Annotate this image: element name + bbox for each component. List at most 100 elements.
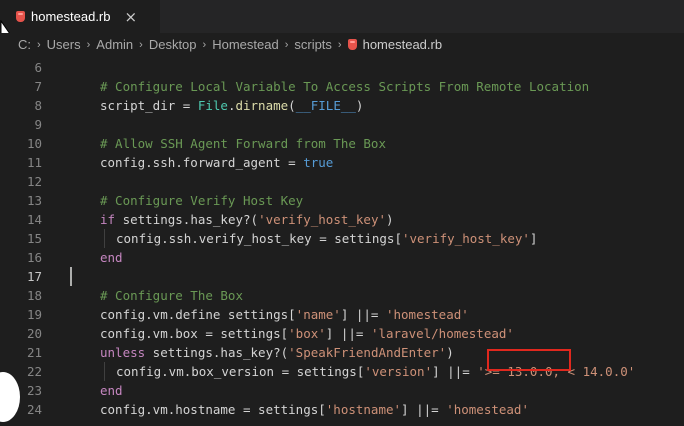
code-token: 'homestead' xyxy=(385,307,469,322)
code-token: if xyxy=(100,212,116,227)
chevron-right-icon: › xyxy=(337,38,342,51)
code-token: 'verify_host_key' xyxy=(258,212,386,227)
code-token: ) xyxy=(355,98,364,113)
chevron-right-icon: › xyxy=(202,38,207,51)
code-text: unless settings.has_key?('SpeakFriendAnd… xyxy=(100,343,454,362)
code-line[interactable]: 10 # Allow SSH Agent Forward from The Box xyxy=(0,134,684,153)
code-token: 'version' xyxy=(364,364,433,379)
breadcrumb-file[interactable]: homestead.rb xyxy=(363,37,443,52)
code-token: 'verify_host_key' xyxy=(401,231,530,246)
code-line[interactable]: 8 script_dir = File.dirname(__FILE__) xyxy=(0,96,684,115)
code-line[interactable]: 24 config.vm.hostname = settings['hostnam… xyxy=(0,400,684,419)
code-line[interactable]: 14 if settings.has_key?('verify_host_key'… xyxy=(0,210,684,229)
code-token: ] xyxy=(529,231,538,246)
breadcrumb: C: › Users › Admin › Desktop › Homestead › scripts… xyxy=(0,33,684,56)
code-token: ] ||= xyxy=(340,307,386,322)
code-line[interactable]: 17 xyxy=(0,267,684,286)
code-line[interactable]: 12 xyxy=(0,172,684,191)
code-line[interactable]: 20 config.vm.box = settings['box'] ||= 'l… xyxy=(0,324,684,343)
breadcrumb-item[interactable]: Homestead xyxy=(212,37,278,52)
code-token: config.vm.box_version = settings[ xyxy=(116,364,365,379)
ruby-file-icon xyxy=(16,11,25,22)
breadcrumb-item[interactable]: C: xyxy=(18,37,31,52)
line-number: 9 xyxy=(34,117,42,132)
code-line[interactable]: 23 end xyxy=(0,381,684,400)
code-line[interactable]: 9 xyxy=(0,115,684,134)
code-token: true xyxy=(303,155,334,170)
line-number: 21 xyxy=(26,345,42,360)
tab-homestead-rb[interactable]: homestead.rb × xyxy=(0,0,160,33)
code-token: ) xyxy=(446,345,454,360)
code-token: config.vm.hostname = settings[ xyxy=(100,402,326,417)
code-token: # Allow SSH Agent Forward from The Box xyxy=(100,136,386,151)
code-token: 'homestead' xyxy=(446,402,529,417)
code-text: config.ssh.verify_host_key = settings['v… xyxy=(116,229,537,248)
breadcrumb-item[interactable]: Admin xyxy=(96,37,133,52)
code-text: config.vm.hostname = settings['hostname'… xyxy=(100,400,529,419)
line-number: 15 xyxy=(26,231,42,246)
indent-guide xyxy=(104,229,105,248)
code-token: 'name' xyxy=(295,307,341,322)
code-line[interactable]: 15 config.ssh.verify_host_key = settings[… xyxy=(0,229,684,248)
code-token: script_dir = xyxy=(100,98,198,113)
line-number: 19 xyxy=(26,307,42,322)
code-token: config.vm.box = settings[ xyxy=(100,326,289,341)
breadcrumb-item[interactable]: scripts xyxy=(294,37,332,52)
line-number: 16 xyxy=(26,250,42,265)
code-token: end xyxy=(100,383,123,398)
code-line[interactable]: 13 # Configure Verify Host Key xyxy=(0,191,684,210)
code-line[interactable]: 7 # Configure Local Variable To Access Sc… xyxy=(0,77,684,96)
code-token: 'hostname' xyxy=(325,402,402,417)
chevron-right-icon: › xyxy=(37,38,41,51)
chevron-right-icon: › xyxy=(86,38,91,51)
code-text: end xyxy=(100,248,123,267)
code-token: config.vm.define settings[ xyxy=(100,307,296,322)
code-token: ] ||= xyxy=(325,326,371,341)
code-text: script_dir = File.dirname(__FILE__) xyxy=(100,96,363,115)
code-text: # Allow SSH Agent Forward from The Box xyxy=(100,134,386,153)
chevron-right-icon: › xyxy=(284,38,289,51)
annotation-highlight-box xyxy=(487,349,571,371)
code-text: config.vm.define settings['name'] ||= 'h… xyxy=(100,305,469,324)
code-line[interactable]: 19 config.vm.define settings['name'] ||= … xyxy=(0,305,684,324)
line-number: 7 xyxy=(34,79,42,94)
code-line[interactable]: 21 unless settings.has_key?('SpeakFriendA… xyxy=(0,343,684,362)
code-text: if settings.has_key?('verify_host_key') xyxy=(100,210,394,229)
code-token: ( xyxy=(288,98,296,113)
line-number: 10 xyxy=(26,136,42,151)
code-token: File xyxy=(197,98,228,113)
code-token: __FILE__ xyxy=(295,98,356,113)
code-token: unless xyxy=(100,345,146,360)
tab-title: homestead.rb xyxy=(31,9,111,24)
code-token: config.ssh.forward_agent = xyxy=(100,155,304,170)
breadcrumb-item[interactable]: Users xyxy=(47,37,81,52)
tab-bar: homestead.rb × xyxy=(0,0,684,33)
line-number: 13 xyxy=(26,193,42,208)
code-line[interactable]: 18 # Configure The Box xyxy=(0,286,684,305)
code-editor[interactable]: 6 7 # Configure Local Variable To Access S… xyxy=(0,56,684,426)
line-number: 20 xyxy=(26,326,42,341)
code-line[interactable]: 11 config.ssh.forward_agent = true xyxy=(0,153,684,172)
indent-guide xyxy=(104,362,105,381)
code-token: # Configure Local Variable To Access Scr… xyxy=(100,79,590,94)
code-text: end xyxy=(100,381,123,400)
code-line[interactable]: 6 xyxy=(0,58,684,77)
code-text: # Configure The Box xyxy=(100,286,243,305)
code-token: 'box' xyxy=(288,326,326,341)
code-text: config.ssh.forward_agent = true xyxy=(100,153,333,172)
code-token: settings.has_key?( xyxy=(115,212,259,227)
code-token: # Configure The Box xyxy=(100,288,243,303)
code-line[interactable]: 22 config.vm.box_version = settings['vers… xyxy=(0,362,684,381)
line-number: 6 xyxy=(34,60,42,75)
code-token: ) xyxy=(386,212,394,227)
line-number: 14 xyxy=(26,212,42,227)
code-text: # Configure Local Variable To Access Scr… xyxy=(100,77,589,96)
ruby-file-icon xyxy=(347,39,357,50)
close-icon[interactable]: × xyxy=(125,8,138,26)
line-number: 17 xyxy=(26,269,42,284)
code-token: # Configure Verify Host Key xyxy=(100,193,304,208)
line-number: 8 xyxy=(34,98,42,113)
line-number: 18 xyxy=(26,288,42,303)
code-line[interactable]: 16 end xyxy=(0,248,684,267)
breadcrumb-item[interactable]: Desktop xyxy=(149,37,197,52)
